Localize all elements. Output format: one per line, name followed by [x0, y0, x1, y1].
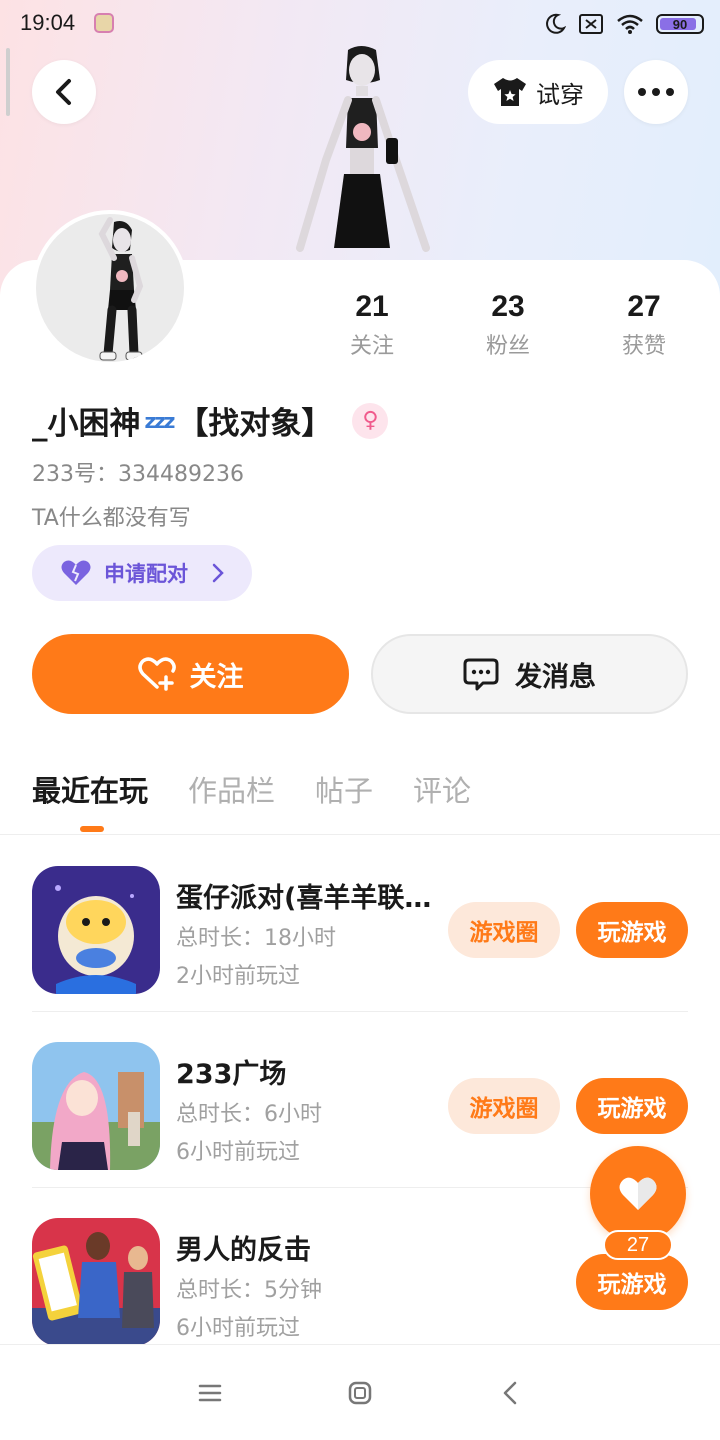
no-sim-icon: [579, 14, 603, 34]
profile-tabs: 最近在玩 作品栏 帖子 评论: [32, 768, 471, 810]
follow-button[interactable]: 关注: [32, 634, 349, 714]
play-game-button[interactable]: 玩游戏: [576, 1078, 688, 1134]
game-duration: 总时长：5分钟: [176, 1278, 322, 1303]
stat-following[interactable]: 21 关注: [304, 290, 440, 360]
game-icon[interactable]: [32, 1218, 160, 1346]
follow-label: 关注: [189, 661, 244, 693]
heart-icon: [619, 1177, 657, 1210]
avatar[interactable]: [32, 210, 188, 366]
game-row[interactable]: 蛋仔派对(喜羊羊联动) 总时长：18小时 2小时前玩过 游戏圈 玩游戏: [32, 836, 688, 1012]
female-icon: ♀: [352, 402, 389, 439]
moon-icon: [546, 13, 566, 34]
profile-stats: 21 关注 23 粉丝 27 获赞: [304, 290, 712, 360]
battery-level: 90: [672, 16, 688, 32]
more-button[interactable]: [624, 60, 688, 124]
status-icons: 90: [544, 10, 704, 38]
apply-pair-label: 申请配对: [104, 562, 188, 586]
stat-likes[interactable]: 27 获赞: [576, 290, 712, 360]
game-last-played: 6小时前玩过: [176, 1140, 300, 1165]
avatar-figure: [98, 217, 144, 361]
try-on-label: 试穿: [536, 80, 584, 109]
more-dots-icon: [638, 88, 674, 96]
chevron-left-icon: [56, 79, 71, 105]
sleep-emoji: zzz: [144, 408, 176, 433]
try-on-button[interactable]: 试穿: [468, 60, 608, 124]
game-name: 蛋仔派对(喜羊羊联动): [176, 883, 438, 914]
scroll-indicator: [6, 48, 10, 116]
notification-app-icon: [94, 13, 114, 33]
tab-works[interactable]: 作品栏: [188, 768, 275, 810]
game-last-played: 2小时前玩过: [176, 964, 300, 989]
plaza-233-icon: [32, 1042, 160, 1170]
heart-plus-icon: [137, 657, 176, 691]
stat-label: 关注: [349, 334, 394, 359]
game-last-played: 6小时前玩过: [176, 1316, 300, 1341]
game-icon[interactable]: [32, 866, 160, 994]
tab-comments[interactable]: 评论: [413, 768, 471, 810]
home-square-icon[interactable]: [346, 1379, 374, 1407]
name-row: _小困神 zzz 【找对象】 ♀: [32, 398, 389, 443]
game-row[interactable]: 233广场 总时长：6小时 6小时前玩过 游戏圈 玩游戏: [32, 1012, 688, 1188]
wifi-icon: [617, 14, 643, 34]
game-duration: 总时长：18小时: [176, 926, 336, 951]
game-duration: 总时长：6小时: [176, 1102, 322, 1127]
stat-label: 粉丝: [485, 334, 530, 359]
game-circle-button[interactable]: 游戏圈: [448, 1078, 560, 1134]
play-game-button[interactable]: 玩游戏: [576, 902, 688, 958]
battery-icon: 90: [656, 14, 704, 34]
play-game-button[interactable]: 玩游戏: [576, 1254, 688, 1310]
chat-bubble-icon: [463, 658, 499, 691]
stat-value: 21: [355, 290, 389, 323]
apply-pair-button[interactable]: 申请配对: [32, 545, 252, 601]
menu-icon[interactable]: [196, 1379, 224, 1407]
tab-recently-played[interactable]: 最近在玩: [32, 768, 148, 810]
stat-fans[interactable]: 23 粉丝: [440, 290, 576, 360]
username-tag: 【找对象】: [177, 406, 333, 442]
banner-avatar-figure: [296, 46, 430, 252]
chevron-right-icon: [212, 563, 224, 583]
back-button[interactable]: [32, 60, 96, 124]
back-nav-icon[interactable]: [496, 1379, 524, 1407]
like-count: 27: [603, 1230, 673, 1260]
eggy-party-icon: [32, 866, 160, 994]
mans-counterattack-icon: [32, 1218, 160, 1346]
tab-divider: [0, 834, 720, 835]
like-fab-button[interactable]: [590, 1146, 686, 1242]
game-circle-button[interactable]: 游戏圈: [448, 902, 560, 958]
tshirt-icon: [494, 78, 526, 106]
user-id: 233号：334489236: [32, 462, 244, 487]
heart-icon: [61, 560, 91, 585]
game-row[interactable]: 男人的反击 总时长：5分钟 6小时前玩过 玩游戏: [32, 1188, 688, 1364]
game-icon[interactable]: [32, 1042, 160, 1170]
game-name: 233广场: [176, 1059, 287, 1090]
tab-posts[interactable]: 帖子: [315, 768, 373, 810]
send-message-label: 发消息: [515, 661, 596, 693]
send-message-button[interactable]: 发消息: [371, 634, 688, 714]
active-tab-indicator: [80, 826, 104, 832]
stat-value: 27: [627, 290, 661, 323]
status-bar: 19:04 90: [0, 0, 720, 48]
status-time: 19:04: [20, 10, 76, 35]
stat-value: 23: [491, 290, 525, 323]
game-name: 男人的反击: [176, 1235, 311, 1266]
stat-label: 获赞: [621, 334, 666, 359]
username: _小困神: [32, 406, 141, 442]
system-nav-bar: [0, 1344, 720, 1440]
bio: TA什么都没有写: [32, 506, 191, 531]
